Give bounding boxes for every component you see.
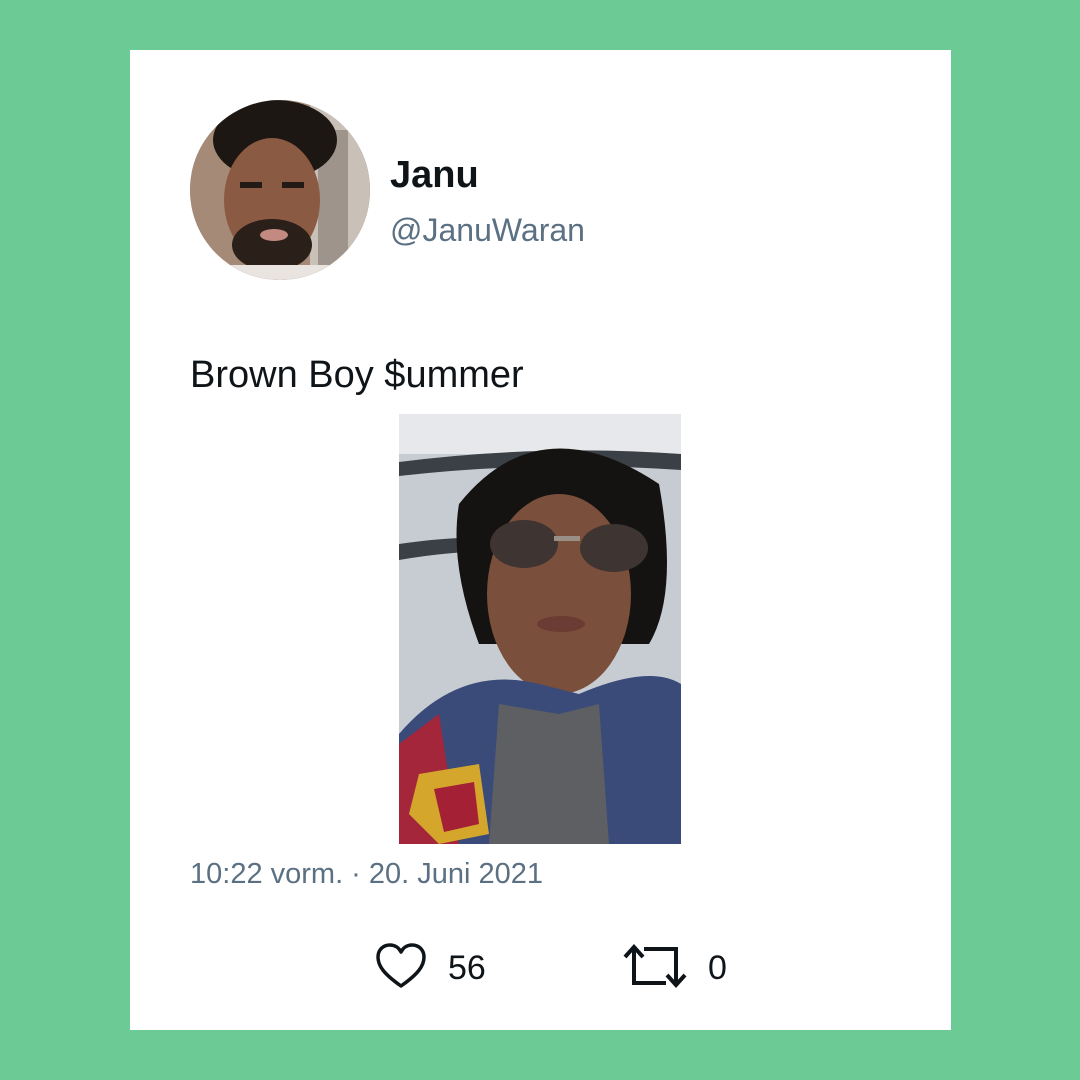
heart-icon[interactable] xyxy=(374,941,428,996)
like-button[interactable]: 56 xyxy=(374,940,486,996)
tweet-card: Janu @JanuWaran Brown Boy $ummer 10:22 v… xyxy=(130,50,951,1030)
tweet-text: Brown Boy $ummer xyxy=(190,354,524,396)
tweet-timestamp: 10:22 vorm. · 20. Juni 2021 xyxy=(190,858,544,890)
avatar[interactable] xyxy=(190,100,370,280)
retweet-button[interactable]: 0 xyxy=(622,940,727,996)
retweet-icon[interactable] xyxy=(622,943,688,994)
author-name[interactable]: Janu xyxy=(390,152,479,198)
author-handle[interactable]: @JanuWaran xyxy=(390,210,585,250)
retweet-count: 0 xyxy=(708,948,727,987)
like-count: 56 xyxy=(448,948,486,987)
tweet-photo[interactable] xyxy=(399,414,681,844)
